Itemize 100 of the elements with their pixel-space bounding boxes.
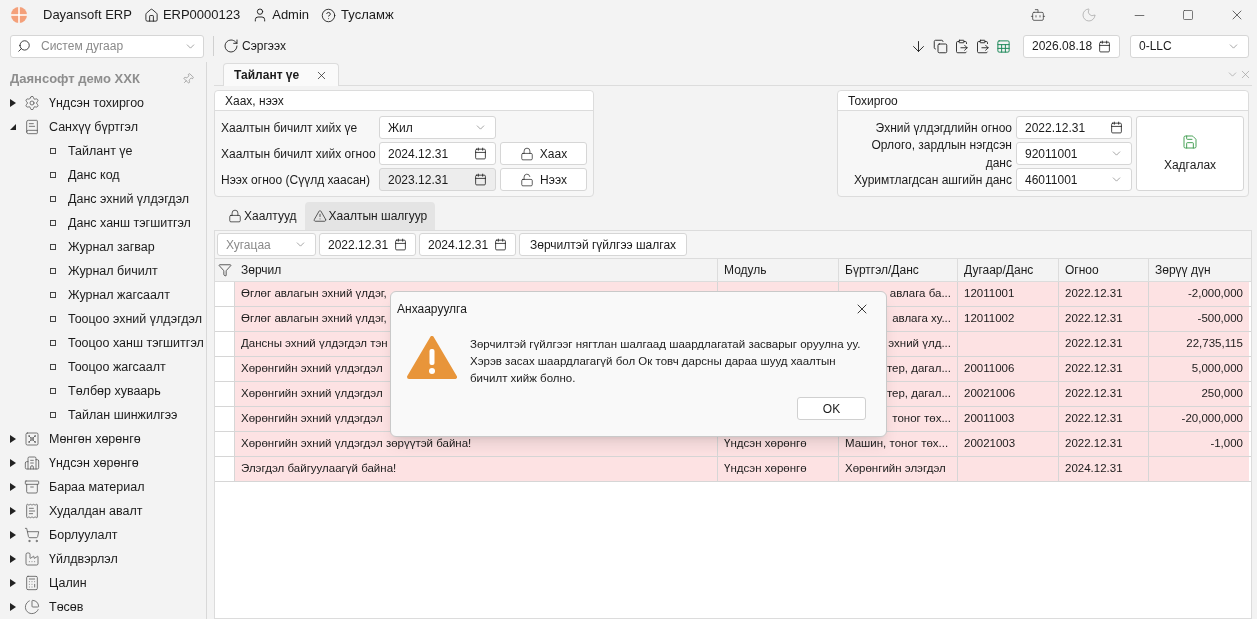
user-name: Admin	[272, 6, 310, 25]
check-button[interactable]: Зөрчилтэй гүйлгээ шалгах	[519, 233, 688, 256]
tree-item[interactable]: Тайлант үе	[68, 141, 133, 161]
lock-icon	[228, 209, 242, 223]
tree-item[interactable]: Борлуулалт	[49, 525, 118, 545]
bullet-icon	[50, 196, 56, 202]
table-cell: 2024.12.31	[1058, 457, 1148, 481]
building-icon	[24, 455, 40, 471]
robot-icon[interactable]	[1030, 7, 1046, 23]
account-select[interactable]: 92011001	[1016, 142, 1132, 165]
field-label: Нээх огноо (Сүүлд хаасан)	[221, 171, 371, 189]
bullet-icon	[50, 268, 56, 274]
date-field[interactable]: 2022.12.31	[319, 233, 416, 256]
account-select[interactable]: 46011001	[1016, 168, 1132, 191]
bullet-icon	[50, 388, 56, 394]
bullet-icon	[50, 340, 56, 346]
gear-icon	[24, 95, 40, 111]
collapsed-caret-icon[interactable]	[10, 99, 16, 107]
paste-icon[interactable]	[954, 38, 969, 54]
table-cell: 2022.12.31	[1058, 282, 1148, 306]
tree-item[interactable]: Мөнгөн хөрөнгө	[49, 429, 141, 449]
warning-icon	[407, 336, 457, 380]
calendar-icon	[1110, 121, 1123, 134]
column-header[interactable]: Зөрүү дүн	[1155, 261, 1211, 279]
receipt-icon	[24, 503, 40, 519]
date-field[interactable]: 2022.12.31	[1016, 116, 1132, 139]
tree-item[interactable]: Тооцоо эхний үлдэгдэл	[68, 309, 202, 329]
tree-item[interactable]: Төсөв	[49, 597, 84, 617]
tree-item[interactable]: Данс эхний үлдэгдэл	[68, 189, 190, 209]
paste-icon[interactable]	[975, 38, 990, 54]
tree-item[interactable]: Журнал бичилт	[68, 261, 158, 281]
table-cell: 5,000,000	[1148, 357, 1249, 381]
table-cell: 2022.12.31	[1058, 432, 1148, 456]
collapsed-caret-icon[interactable]	[10, 531, 16, 539]
collapsed-caret-icon[interactable]	[10, 483, 16, 491]
ok-button[interactable]: OK	[797, 397, 866, 420]
period-select[interactable]: Жил	[379, 116, 496, 139]
tree-item[interactable]: Худалдан авалт	[49, 501, 143, 521]
bullet-icon	[50, 316, 56, 322]
tree-item[interactable]: Үйлдвэрлэл	[49, 549, 118, 569]
document-tab[interactable]: Тайлант үе	[223, 63, 340, 86]
column-header[interactable]: Модуль	[724, 261, 767, 279]
column-header[interactable]: Зөрчил	[241, 261, 282, 279]
tree-item[interactable]: Цалин	[49, 573, 87, 593]
refresh-icon	[223, 38, 239, 54]
app-title: Dayansoft ERP	[43, 6, 132, 25]
bullet-icon	[50, 292, 56, 298]
home-icon[interactable]	[143, 7, 159, 23]
tree-item[interactable]: Данс ханш тэгшитгэл	[68, 213, 191, 233]
warning-icon	[312, 209, 327, 223]
maximize-icon[interactable]	[1182, 9, 1194, 21]
column-header[interactable]: Огноо	[1065, 261, 1099, 279]
panel-title: Тохиргоо	[848, 92, 898, 110]
collapsed-caret-icon[interactable]	[10, 435, 16, 443]
tree-item[interactable]: Журнал жагсаалт	[68, 285, 170, 305]
spreadsheet-icon[interactable]	[996, 38, 1011, 54]
collapsed-caret-icon[interactable]	[10, 603, 16, 611]
tree-item[interactable]: Тайлан шинжилгээ	[68, 405, 178, 425]
collapsed-caret-icon[interactable]	[10, 579, 16, 587]
column-header[interactable]: Бүртгэл/Данс	[845, 261, 919, 279]
date-field[interactable]: 2024.12.31	[419, 233, 516, 256]
company-select[interactable]: 0-LLC	[1130, 34, 1249, 58]
calendar-icon	[474, 147, 487, 160]
collapsed-caret-icon[interactable]	[10, 555, 16, 563]
copy-icon[interactable]	[933, 38, 948, 54]
date-field[interactable]: 2026.08.18	[1023, 34, 1120, 58]
collapsed-caret-icon[interactable]	[10, 507, 16, 515]
table-cell: -20,000,000	[1148, 407, 1249, 431]
table-cell: Машин, тоног төх...	[838, 432, 957, 456]
date-field[interactable]: 2024.12.31	[379, 142, 496, 165]
tab[interactable]: Хаалтын шалгуур	[304, 202, 436, 230]
company-title: Даянсофт демо ХХК	[10, 70, 140, 89]
period-select[interactable]: Хугацаа	[217, 233, 316, 256]
close-button[interactable]: Хаах	[500, 142, 587, 165]
search-icon	[17, 39, 31, 53]
collapsed-caret-icon[interactable]	[10, 459, 16, 467]
help-link[interactable]: Тусламж	[341, 5, 394, 25]
tree-item[interactable]: Журнал загвар	[68, 237, 155, 257]
tree-item[interactable]: Үндсэн хөрөнгө	[49, 453, 139, 473]
filter-icon[interactable]	[218, 263, 232, 277]
tab[interactable]: Хаалтууд	[220, 202, 305, 230]
help-icon[interactable]	[321, 7, 337, 23]
tree-item[interactable]: Тооцоо ханш тэгшитгэл	[68, 333, 204, 353]
save-icon	[1182, 133, 1198, 150]
tree-item[interactable]: Санхүү бүртгэл	[49, 117, 138, 137]
table-cell: 12011001	[957, 282, 1058, 306]
tree-item[interactable]: Тооцоо жагсаалт	[68, 357, 166, 377]
tree-item[interactable]: Данс код	[68, 165, 120, 185]
expanded-caret-icon[interactable]	[10, 124, 16, 130]
refresh-button[interactable]: Сэргээх	[223, 37, 286, 55]
table-cell: 2022.12.31	[1058, 307, 1148, 331]
tree-item[interactable]: Үндсэн тохиргоо	[49, 93, 145, 113]
save-button[interactable]: Хадгалах	[1136, 116, 1244, 191]
tree-item[interactable]: Төлбөр хуваарь	[68, 381, 161, 401]
search-field[interactable]: Систем дугаар	[10, 34, 204, 58]
table-cell: 20021003	[957, 432, 1058, 456]
field-label: Хуримтлагдсан ашгийн данс	[853, 171, 1013, 189]
panel-title: Хаах, нээх	[225, 92, 284, 110]
tree-item[interactable]: Бараа материал	[49, 477, 145, 497]
column-header[interactable]: Дугаар/Данс	[964, 261, 1034, 279]
